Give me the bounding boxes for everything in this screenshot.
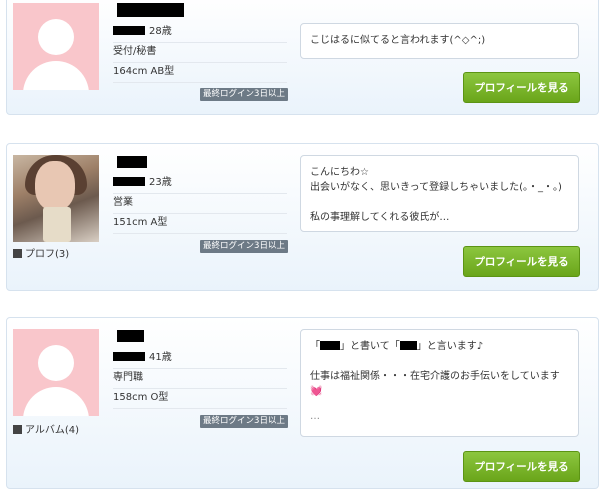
message-ellipsis: …	[310, 411, 320, 422]
message-body: 仕事は福祉関係・・・在宅介護のお手伝いをしています💓	[310, 371, 560, 397]
job-line: 受付/秘書	[113, 45, 287, 63]
message-box: こじはるに似てると言われます(^◇^;)	[300, 23, 579, 59]
body-line: 164cm AB型	[113, 65, 287, 83]
redacted-name	[117, 156, 147, 168]
avatar-placeholder[interactable]	[13, 329, 99, 416]
message-box: こんにちわ☆ 出会いがなく、思いきって登録しちゃいました(。・_・。) 私の事理…	[300, 155, 579, 232]
body-line: 158cm O型	[113, 391, 287, 409]
redacted-name	[117, 330, 144, 342]
camera-icon	[13, 425, 22, 434]
message-box: 「」と書いて「 」と言います♪ 仕事は福祉関係・・・在宅介護のお手伝いをしています…	[300, 329, 579, 437]
redacted-name	[117, 3, 184, 17]
age-line: 28歳	[113, 25, 287, 43]
view-profile-button[interactable]: プロフィールを見る	[463, 451, 580, 482]
avatar-photo[interactable]	[13, 155, 99, 242]
body-line: 151cm A型	[113, 216, 287, 234]
view-profile-button[interactable]: プロフィールを見る	[463, 246, 580, 277]
camera-icon	[13, 249, 22, 258]
age-line: 23歳	[113, 176, 287, 194]
album-count[interactable]: アルバム(4)	[13, 421, 79, 436]
job-line: 営業	[113, 196, 287, 214]
avatar-placeholder[interactable]	[13, 3, 99, 90]
job-line: 専門職	[113, 371, 287, 389]
last-login-badge: 最終ログイン3日以上	[200, 88, 288, 101]
age-line: 41歳	[113, 351, 287, 369]
last-login-badge: 最終ログイン3日以上	[200, 415, 288, 428]
view-profile-button[interactable]: プロフィールを見る	[463, 72, 580, 103]
photo-count[interactable]: プロフ(3)	[13, 245, 69, 260]
last-login-badge: 最終ログイン3日以上	[200, 240, 288, 253]
message-line-1: 「」と書いて「 」と言います♪	[310, 341, 484, 352]
